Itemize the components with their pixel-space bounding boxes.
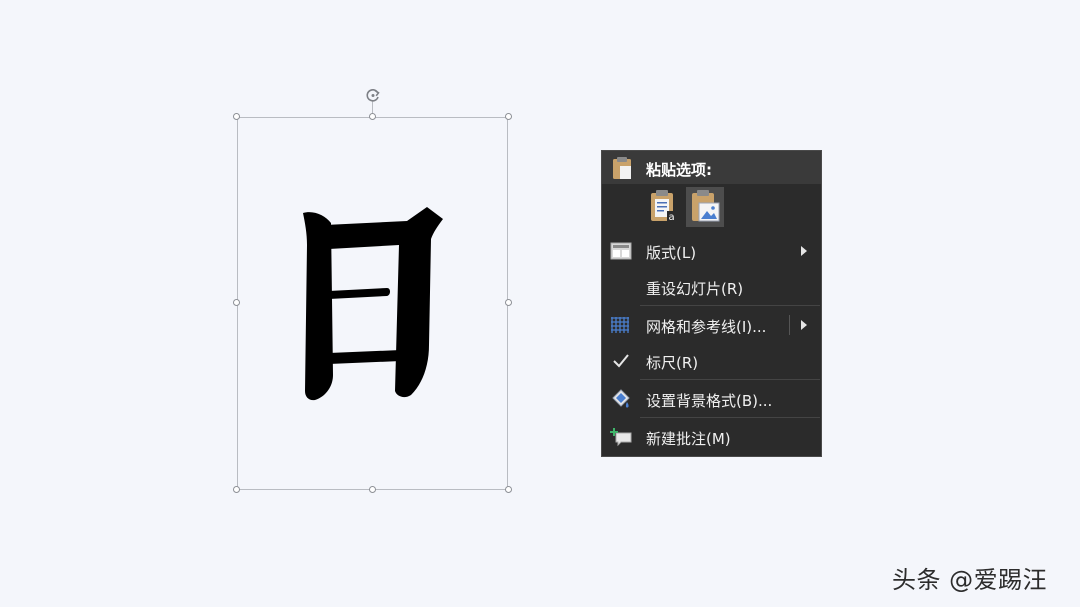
menu-item-ruler[interactable]: 标尺(R) xyxy=(602,343,821,379)
resize-handle-right[interactable] xyxy=(505,299,512,306)
svg-text:a: a xyxy=(669,212,675,223)
menu-divider xyxy=(640,379,820,380)
menu-item-format-background[interactable]: 设置背景格式(B)... xyxy=(602,381,821,417)
paste-options-title: 粘贴选项: xyxy=(646,161,712,179)
layout-icon xyxy=(610,242,632,260)
menu-item-layout[interactable]: 版式(L) xyxy=(602,233,821,269)
menu-item-label: 版式(L) xyxy=(646,244,697,262)
submenu-split-divider xyxy=(789,315,790,335)
brush-glyph-picture[interactable] xyxy=(295,205,450,405)
menu-item-label: 新建批注(M) xyxy=(646,430,731,448)
grid-icon xyxy=(611,317,629,333)
menu-item-label: 重设幻灯片(R) xyxy=(646,280,744,298)
paste-options-header: 粘贴选项: xyxy=(602,151,821,184)
new-comment-icon xyxy=(610,428,632,447)
paste-keep-text-icon: a xyxy=(651,190,677,223)
paste-as-picture-icon xyxy=(692,190,720,222)
resize-handle-left[interactable] xyxy=(233,299,240,306)
menu-item-grid-and-guides[interactable]: 网格和参考线(I)... xyxy=(602,307,821,343)
format-background-icon xyxy=(612,389,630,408)
resize-handle-bottom-left[interactable] xyxy=(233,486,240,493)
submenu-arrow-icon[interactable] xyxy=(801,320,807,330)
resize-handle-top[interactable] xyxy=(369,113,376,120)
menu-item-label: 设置背景格式(B)... xyxy=(646,392,773,410)
paste-as-picture-button[interactable] xyxy=(686,187,724,227)
menu-divider xyxy=(640,305,820,306)
resize-handle-top-right[interactable] xyxy=(505,113,512,120)
context-menu: 粘贴选项: a 版式(L) 重设幻灯片(R) 网格和参考线(I)... 标尺(R… xyxy=(601,150,822,457)
menu-item-label: 网格和参考线(I)... xyxy=(646,318,767,336)
resize-handle-bottom-right[interactable] xyxy=(505,486,512,493)
checkmark-icon xyxy=(613,354,629,368)
submenu-arrow-icon xyxy=(801,246,807,256)
menu-item-reset-slide[interactable]: 重设幻灯片(R) xyxy=(602,269,821,305)
menu-item-label: 标尺(R) xyxy=(646,354,699,372)
watermark-text: 头条 @爱踢汪 xyxy=(892,566,1048,594)
resize-handle-top-left[interactable] xyxy=(233,113,240,120)
menu-divider xyxy=(640,417,820,418)
resize-handle-bottom[interactable] xyxy=(369,486,376,493)
paste-keep-text-only-button[interactable]: a xyxy=(645,187,683,227)
clipboard-icon xyxy=(613,157,631,179)
rotate-handle-icon[interactable] xyxy=(364,86,382,104)
menu-item-new-comment[interactable]: 新建批注(M) xyxy=(602,419,821,455)
